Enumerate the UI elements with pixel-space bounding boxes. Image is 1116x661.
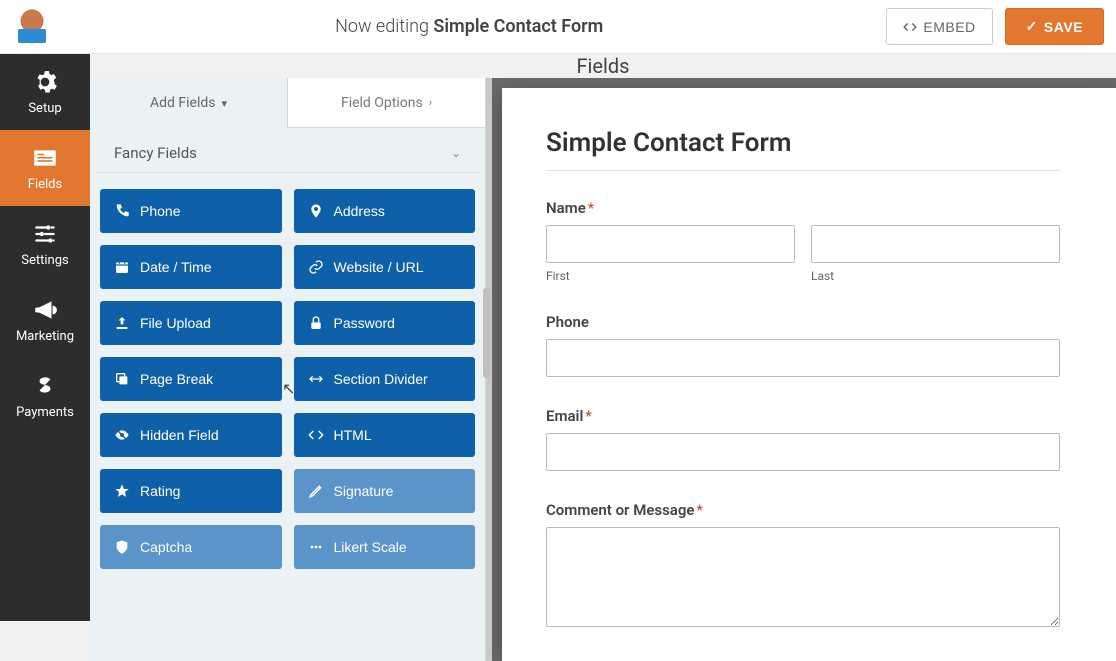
- pen-icon: [308, 483, 324, 499]
- side-nav: Setup Fields Settings Marketing Payments: [0, 54, 90, 621]
- form-preview: Simple Contact Form Name* First Last Phone E…: [502, 88, 1116, 661]
- group-header-fancy[interactable]: Fancy Fields ⌄: [96, 128, 479, 173]
- required-indicator: *: [696, 501, 702, 519]
- link-icon: [308, 259, 324, 275]
- field-type-captcha[interactable]: Captcha: [100, 525, 282, 569]
- field-type-file-upload[interactable]: File Upload: [100, 301, 282, 345]
- editing-form-name: Simple Contact Form: [433, 16, 603, 37]
- code-icon: [308, 427, 324, 443]
- form-field-name[interactable]: Name* First Last: [546, 199, 1060, 283]
- field-type-date-time[interactable]: Date / Time: [100, 245, 282, 289]
- field-type-phone[interactable]: Phone: [100, 189, 282, 233]
- sublabel-first: First: [546, 269, 795, 283]
- save-button[interactable]: SAVE: [1005, 8, 1104, 45]
- copy-icon: [114, 371, 130, 387]
- field-type-rating[interactable]: Rating: [100, 469, 282, 513]
- nav-item-fields[interactable]: Fields: [0, 130, 90, 206]
- embed-button[interactable]: EMBED: [886, 8, 992, 45]
- last-name-input[interactable]: [811, 225, 1060, 263]
- field-type-website-url[interactable]: Website / URL: [294, 245, 476, 289]
- top-bar: Now editing Simple Contact Form EMBED SA…: [0, 0, 1116, 54]
- field-type-hidden-field[interactable]: Hidden Field: [100, 413, 282, 457]
- arrows-h-icon: [308, 371, 324, 387]
- text-input[interactable]: [546, 339, 1060, 377]
- field-type-address[interactable]: Address: [294, 189, 476, 233]
- dollar-icon: [32, 373, 58, 399]
- field-type-password[interactable]: Password: [294, 301, 476, 345]
- scrollbar-thumb[interactable]: [483, 288, 490, 378]
- sublabel-last: Last: [811, 269, 1060, 283]
- gear-icon: [32, 69, 58, 95]
- nav-item-payments[interactable]: Payments: [0, 358, 90, 434]
- dots-icon: [308, 539, 324, 555]
- upload-icon: [114, 315, 130, 331]
- field-label: Name*: [546, 199, 1060, 217]
- phone-icon: [114, 203, 130, 219]
- chevron-down-icon: ▾: [221, 97, 227, 110]
- nav-item-setup[interactable]: Setup: [0, 54, 90, 130]
- sliders-icon: [32, 221, 58, 247]
- field-label: Phone: [546, 313, 1060, 331]
- lock-icon: [308, 315, 324, 331]
- check-icon: [1026, 18, 1038, 35]
- calendar-icon: [114, 259, 130, 275]
- nav-item-settings[interactable]: Settings: [0, 206, 90, 282]
- preview-area: Simple Contact Form Name* First Last Phone E…: [492, 78, 1116, 661]
- fields-panel: Add Fields ▾ Field Options › Fancy Field…: [90, 78, 486, 661]
- tab-field-options[interactable]: Field Options ›: [287, 78, 485, 128]
- chevron-right-icon: ›: [429, 96, 432, 109]
- eye-off-icon: [114, 427, 130, 443]
- form-field-phone[interactable]: Phone: [546, 313, 1060, 377]
- chevron-down-icon: ⌄: [451, 146, 461, 160]
- form-title: Simple Contact Form: [546, 128, 1060, 158]
- required-indicator: *: [585, 407, 591, 425]
- first-name-input[interactable]: [546, 225, 795, 263]
- field-grid: Phone Address Date / Time Website / URL File…: [90, 173, 485, 579]
- field-type-signature[interactable]: Signature: [294, 469, 476, 513]
- form-field-comment-or-message[interactable]: Comment or Message*: [546, 501, 1060, 631]
- nav-item-marketing[interactable]: Marketing: [0, 282, 90, 358]
- field-type-section-divider[interactable]: Section Divider: [294, 357, 476, 401]
- text-input[interactable]: [546, 433, 1060, 471]
- top-actions: EMBED SAVE: [886, 8, 1104, 45]
- title-divider: [546, 170, 1060, 171]
- star-icon: [114, 483, 130, 499]
- field-type-html[interactable]: HTML: [294, 413, 476, 457]
- code-icon: [903, 20, 917, 34]
- editing-title: Now editing Simple Contact Form: [52, 16, 886, 37]
- section-title: Fields: [90, 54, 1116, 78]
- map-pin-icon: [308, 203, 324, 219]
- fields-icon: [32, 145, 58, 171]
- tab-add-fields[interactable]: Add Fields ▾: [90, 78, 287, 128]
- field-label: Comment or Message*: [546, 501, 1060, 519]
- shield-icon: [114, 539, 130, 555]
- field-type-page-break[interactable]: Page Break: [100, 357, 282, 401]
- app-logo: [12, 7, 52, 47]
- megaphone-icon: [32, 297, 58, 323]
- editing-prefix: Now editing: [335, 16, 433, 37]
- required-indicator: *: [588, 199, 594, 217]
- field-type-likert-scale[interactable]: Likert Scale: [294, 525, 476, 569]
- form-field-email[interactable]: Email*: [546, 407, 1060, 471]
- field-label: Email*: [546, 407, 1060, 425]
- textarea-input[interactable]: [546, 527, 1060, 627]
